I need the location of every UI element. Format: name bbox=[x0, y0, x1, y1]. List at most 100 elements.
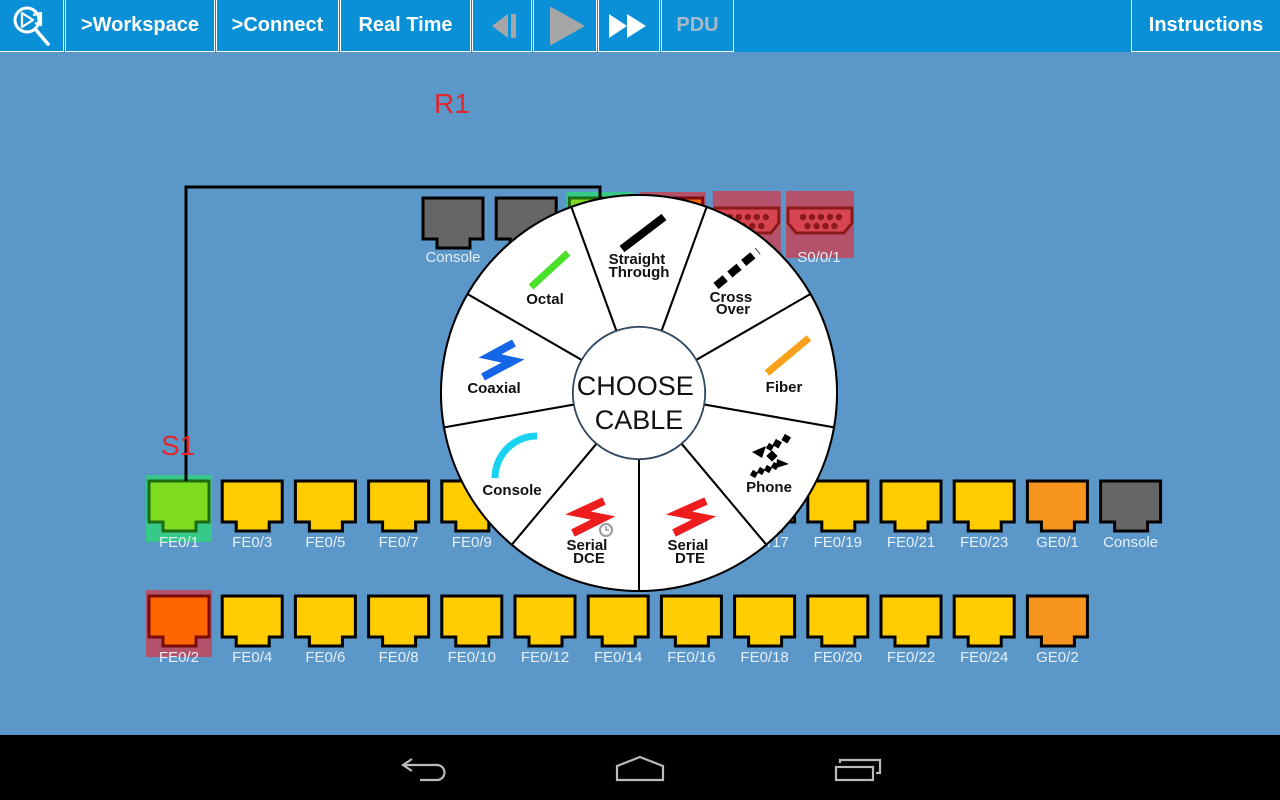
port-label: FE0/4 bbox=[232, 649, 272, 666]
choose-cable-center[interactable]: CHOOSE CABLE bbox=[572, 326, 706, 460]
switch-port[interactable]: FE0/23 bbox=[952, 479, 1016, 551]
home-icon[interactable] bbox=[605, 750, 675, 790]
ethernet-jack-icon bbox=[879, 479, 943, 533]
port-label: FE0/21 bbox=[887, 534, 935, 551]
port-label: FE0/3 bbox=[232, 534, 272, 551]
ethernet-jack-icon bbox=[1025, 479, 1089, 533]
port-label: FE0/6 bbox=[305, 649, 345, 666]
instructions-button-label: Instructions bbox=[1148, 14, 1264, 36]
port-label: FE0/18 bbox=[740, 649, 788, 666]
switch-port[interactable]: FE0/4 bbox=[220, 594, 284, 666]
port-label: FE0/8 bbox=[379, 649, 419, 666]
port-label: FE0/5 bbox=[305, 534, 345, 551]
cable-option-label: Serial DCE bbox=[566, 537, 611, 567]
toolbar: >Workspace >Connect Real Time PDU Instru… bbox=[0, 0, 1280, 52]
port-label: FE0/24 bbox=[960, 649, 1008, 666]
switch-port[interactable]: FE0/2 bbox=[146, 590, 212, 666]
switch-port[interactable]: FE0/20 bbox=[806, 594, 870, 666]
ethernet-jack-icon bbox=[220, 479, 284, 533]
port-label: Console bbox=[425, 249, 480, 266]
port-label: FE0/19 bbox=[814, 534, 862, 551]
port-label: FE0/20 bbox=[814, 649, 862, 666]
fast-forward-button[interactable] bbox=[598, 0, 660, 52]
cable-option-label: Phone bbox=[746, 479, 792, 496]
workspace-canvas[interactable]: Console S0/0/1 FE0/1 FE0/3 FE0/5 FE0/7 FE0/9 FE… bbox=[0, 0, 1280, 800]
router-label[interactable]: R1 bbox=[434, 88, 470, 119]
port-label: FE0/23 bbox=[960, 534, 1008, 551]
port-label: FE0/22 bbox=[887, 649, 935, 666]
router-port[interactable]: Console bbox=[421, 196, 485, 266]
realtime-button[interactable]: Real Time bbox=[340, 0, 471, 52]
ethernet-jack-icon bbox=[806, 594, 870, 648]
workspace-button[interactable]: >Workspace bbox=[65, 0, 215, 52]
clock-icon bbox=[599, 523, 613, 537]
fast-forward-icon bbox=[609, 13, 646, 38]
switch-port[interactable]: FE0/14 bbox=[586, 594, 650, 666]
ethernet-jack-icon bbox=[367, 479, 431, 533]
switch-port[interactable]: FE0/8 bbox=[367, 594, 431, 666]
step-back-button[interactable] bbox=[472, 0, 532, 52]
port-label: FE0/1 bbox=[159, 534, 199, 551]
cable-option-label: Cross Over bbox=[710, 289, 757, 318]
ethernet-jack-icon bbox=[421, 196, 485, 250]
switch-port[interactable]: FE0/21 bbox=[879, 479, 943, 551]
router-port[interactable]: S0/0/1 bbox=[786, 191, 854, 266]
port-label: FE0/2 bbox=[159, 649, 199, 666]
switch-port[interactable]: FE0/6 bbox=[293, 594, 357, 666]
ethernet-jack-icon bbox=[293, 594, 357, 648]
switch-port[interactable]: FE0/7 bbox=[367, 479, 431, 551]
ethernet-jack-icon bbox=[659, 594, 723, 648]
switch-port[interactable]: FE0/19 bbox=[806, 479, 870, 551]
ethernet-jack-icon bbox=[806, 479, 870, 533]
switch-port[interactable]: FE0/12 bbox=[513, 594, 577, 666]
ethernet-jack-icon bbox=[1025, 594, 1089, 648]
port-label: Console bbox=[1103, 534, 1158, 551]
back-icon[interactable] bbox=[395, 750, 455, 790]
step-back-icon bbox=[492, 13, 516, 38]
cable-option-label: Coaxial bbox=[467, 380, 520, 397]
ethernet-jack-icon bbox=[367, 594, 431, 648]
switch-port[interactable]: FE0/16 bbox=[659, 594, 723, 666]
magnifier-play-icon bbox=[13, 6, 50, 46]
ethernet-jack-icon bbox=[440, 594, 504, 648]
switch-port[interactable]: FE0/3 bbox=[220, 479, 284, 551]
switch-port[interactable]: FE0/5 bbox=[293, 479, 357, 551]
instructions-button[interactable]: Instructions bbox=[1131, 0, 1280, 52]
port-label: GE0/1 bbox=[1036, 534, 1079, 551]
port-label: FE0/10 bbox=[448, 649, 496, 666]
serial-connector-icon bbox=[786, 206, 854, 235]
play-button[interactable] bbox=[533, 0, 597, 52]
port-label: FE0/16 bbox=[667, 649, 715, 666]
port-label: FE0/14 bbox=[594, 649, 642, 666]
ethernet-jack-icon bbox=[147, 594, 211, 648]
ethernet-jack-icon bbox=[147, 479, 211, 533]
switch-port[interactable]: FE0/22 bbox=[879, 594, 943, 666]
recents-icon[interactable] bbox=[825, 750, 890, 790]
ethernet-jack-icon bbox=[1099, 479, 1163, 533]
cable-option-label: Console bbox=[482, 482, 541, 499]
switch-port[interactable]: FE0/1 bbox=[146, 475, 212, 551]
switch-port[interactable]: FE0/18 bbox=[733, 594, 797, 666]
pdu-button-label: PDU bbox=[676, 14, 719, 36]
ethernet-jack-icon bbox=[879, 594, 943, 648]
ethernet-jack-icon bbox=[293, 479, 357, 533]
port-label: FE0/9 bbox=[452, 534, 492, 551]
switch-port[interactable]: FE0/10 bbox=[440, 594, 504, 666]
port-label: GE0/2 bbox=[1036, 649, 1079, 666]
switch-port[interactable]: Console bbox=[1099, 479, 1163, 551]
cable-option-label: Straight Through bbox=[609, 251, 670, 281]
switch-port[interactable]: FE0/24 bbox=[952, 594, 1016, 666]
switch-port[interactable]: GE0/1 bbox=[1025, 479, 1089, 551]
switch-label[interactable]: S1 bbox=[161, 430, 195, 461]
play-icon bbox=[550, 6, 584, 45]
cable-menu: Straight Through Cross Over Fiber Phone … bbox=[440, 193, 838, 593]
app-menu-button[interactable] bbox=[0, 0, 64, 52]
port-label: FE0/12 bbox=[521, 649, 569, 666]
ethernet-jack-icon bbox=[952, 594, 1016, 648]
ethernet-jack-icon bbox=[733, 594, 797, 648]
connect-button[interactable]: >Connect bbox=[216, 0, 339, 52]
workspace-button-label: >Workspace bbox=[80, 14, 200, 36]
switch-port[interactable]: GE0/2 bbox=[1025, 594, 1089, 666]
system-nav-bar bbox=[0, 735, 1280, 800]
pdu-button[interactable]: PDU bbox=[661, 0, 734, 52]
